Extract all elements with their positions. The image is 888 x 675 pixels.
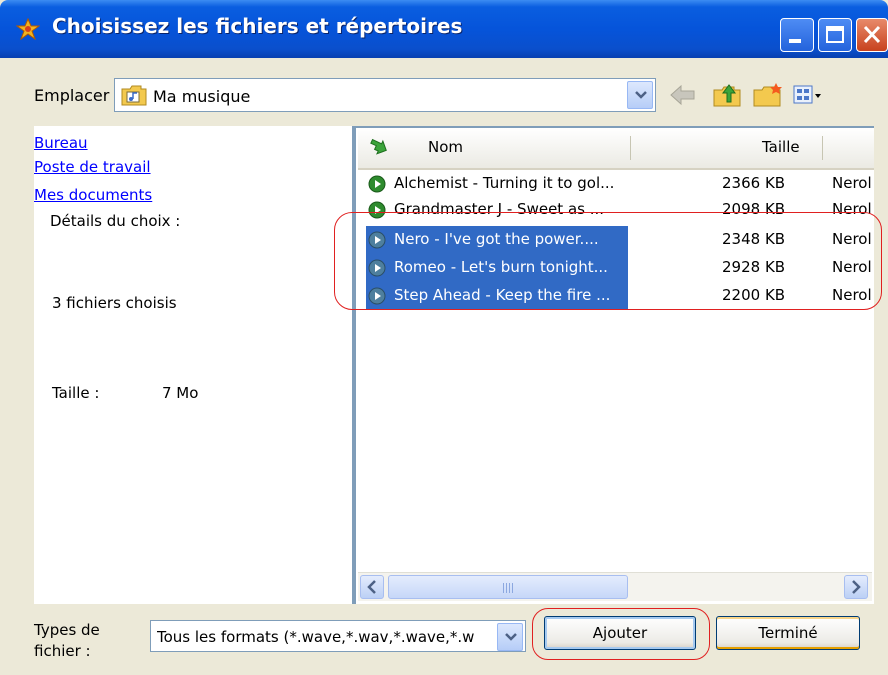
file-types-combobox[interactable]: Tous les formats (*.wave,*.wav,*.wave,*.… <box>150 620 526 652</box>
horizontal-scrollbar[interactable] <box>358 572 872 601</box>
maximize-icon <box>826 26 844 43</box>
file-size: 2098 KB <box>722 200 786 218</box>
chevron-right-icon <box>852 580 861 594</box>
file-types-label-line1: Types de <box>34 621 100 639</box>
column-divider[interactable] <box>630 136 631 160</box>
audio-file-icon <box>368 201 386 219</box>
file-types-value: Tous les formats (*.wave,*.wav,*.wave,*.… <box>157 628 475 646</box>
up-folder-icon[interactable] <box>712 82 742 108</box>
file-type: Nerol <box>832 174 872 192</box>
column-divider[interactable] <box>822 136 823 160</box>
file-name: Grandmaster J - Sweet as ... <box>394 200 605 218</box>
file-type: Nerol <box>832 200 872 218</box>
minimize-icon <box>789 39 801 43</box>
file-row-selected[interactable]: Step Ahead - Keep the fire ... 2200 KB N… <box>366 282 874 310</box>
file-row-selected[interactable]: Nero - I've got the power.... 2348 KB Ne… <box>366 226 874 254</box>
maximize-button[interactable] <box>818 18 852 52</box>
column-taille[interactable]: Taille <box>762 138 800 156</box>
audio-file-icon <box>368 231 386 249</box>
audio-file-icon <box>368 259 386 277</box>
selected-count: 3 fichiers choisis <box>52 294 177 312</box>
new-folder-icon[interactable] <box>752 82 784 108</box>
add-button[interactable]: Ajouter <box>544 616 696 650</box>
chevron-down-icon <box>635 91 647 99</box>
minimize-button[interactable] <box>780 18 814 52</box>
scroll-thumb[interactable] <box>388 575 628 599</box>
column-nom[interactable]: Nom <box>428 138 463 156</box>
close-button[interactable] <box>856 18 888 52</box>
view-menu-icon[interactable] <box>792 82 822 108</box>
file-name: Nero - I've got the power.... <box>394 230 599 248</box>
location-value: Ma musique <box>153 87 251 106</box>
scroll-right-button[interactable] <box>844 575 868 599</box>
file-type: Nerol <box>832 258 872 276</box>
file-size: 2200 KB <box>722 286 786 304</box>
chevron-down-icon <box>505 633 517 641</box>
file-name: Alchemist - Turning it to gol... <box>394 174 615 192</box>
scroll-left-button[interactable] <box>360 575 384 599</box>
audio-file-icon <box>368 287 386 305</box>
back-arrow-icon[interactable] <box>668 82 698 108</box>
window-title: Choisissez les fichiers et répertoires <box>52 14 463 38</box>
file-size: 2366 KB <box>722 174 786 192</box>
size-value: 7 Mo <box>162 384 199 402</box>
link-poste-de-travail[interactable]: Poste de travail <box>34 158 151 176</box>
file-type: Nerol <box>832 230 872 248</box>
sort-arrow-icon <box>370 138 387 155</box>
app-star-icon <box>16 18 40 40</box>
file-type: Nerol <box>832 286 872 304</box>
details-label: Détails du choix : <box>50 212 181 230</box>
music-folder-icon <box>121 85 147 106</box>
file-list[interactable]: Nom Taille Alchemist - Turning it to gol… <box>352 126 874 604</box>
file-row[interactable]: Grandmaster J - Sweet as ... 2098 KB Ner… <box>366 196 874 224</box>
location-label: Emplacer <box>34 86 110 105</box>
close-icon <box>863 25 881 44</box>
location-dropdown-button[interactable] <box>627 81 653 109</box>
file-size: 2348 KB <box>722 230 786 248</box>
file-types-label-line2: fichier : <box>34 642 91 660</box>
file-row-selected[interactable]: Romeo - Let's burn tonight... 2928 KB Ne… <box>366 254 874 282</box>
file-name: Romeo - Let's burn tonight... <box>394 258 608 276</box>
audio-file-icon <box>368 175 386 193</box>
size-label: Taille : <box>52 384 100 402</box>
column-header: Nom Taille <box>358 128 874 170</box>
link-bureau[interactable]: Bureau <box>34 134 88 152</box>
location-combobox[interactable]: Ma musique <box>114 78 656 112</box>
done-button[interactable]: Terminé <box>716 616 860 650</box>
title-bar[interactable]: Choisissez les fichiers et répertoires <box>0 0 888 58</box>
link-mes-documents[interactable]: Mes documents <box>34 186 152 204</box>
dialog-window: Choisissez les fichiers et répertoires E… <box>0 0 888 675</box>
file-types-label: Types de fichier : <box>34 620 100 662</box>
file-row[interactable]: Alchemist - Turning it to gol... 2366 KB… <box>366 170 874 198</box>
file-name: Step Ahead - Keep the fire ... <box>394 286 611 304</box>
places-pane: Bureau Poste de travail Mes documents Dé… <box>34 126 352 604</box>
chevron-left-icon <box>367 580 376 594</box>
scroll-grip <box>503 583 515 593</box>
file-types-dropdown-button[interactable] <box>497 623 523 651</box>
file-size: 2928 KB <box>722 258 786 276</box>
